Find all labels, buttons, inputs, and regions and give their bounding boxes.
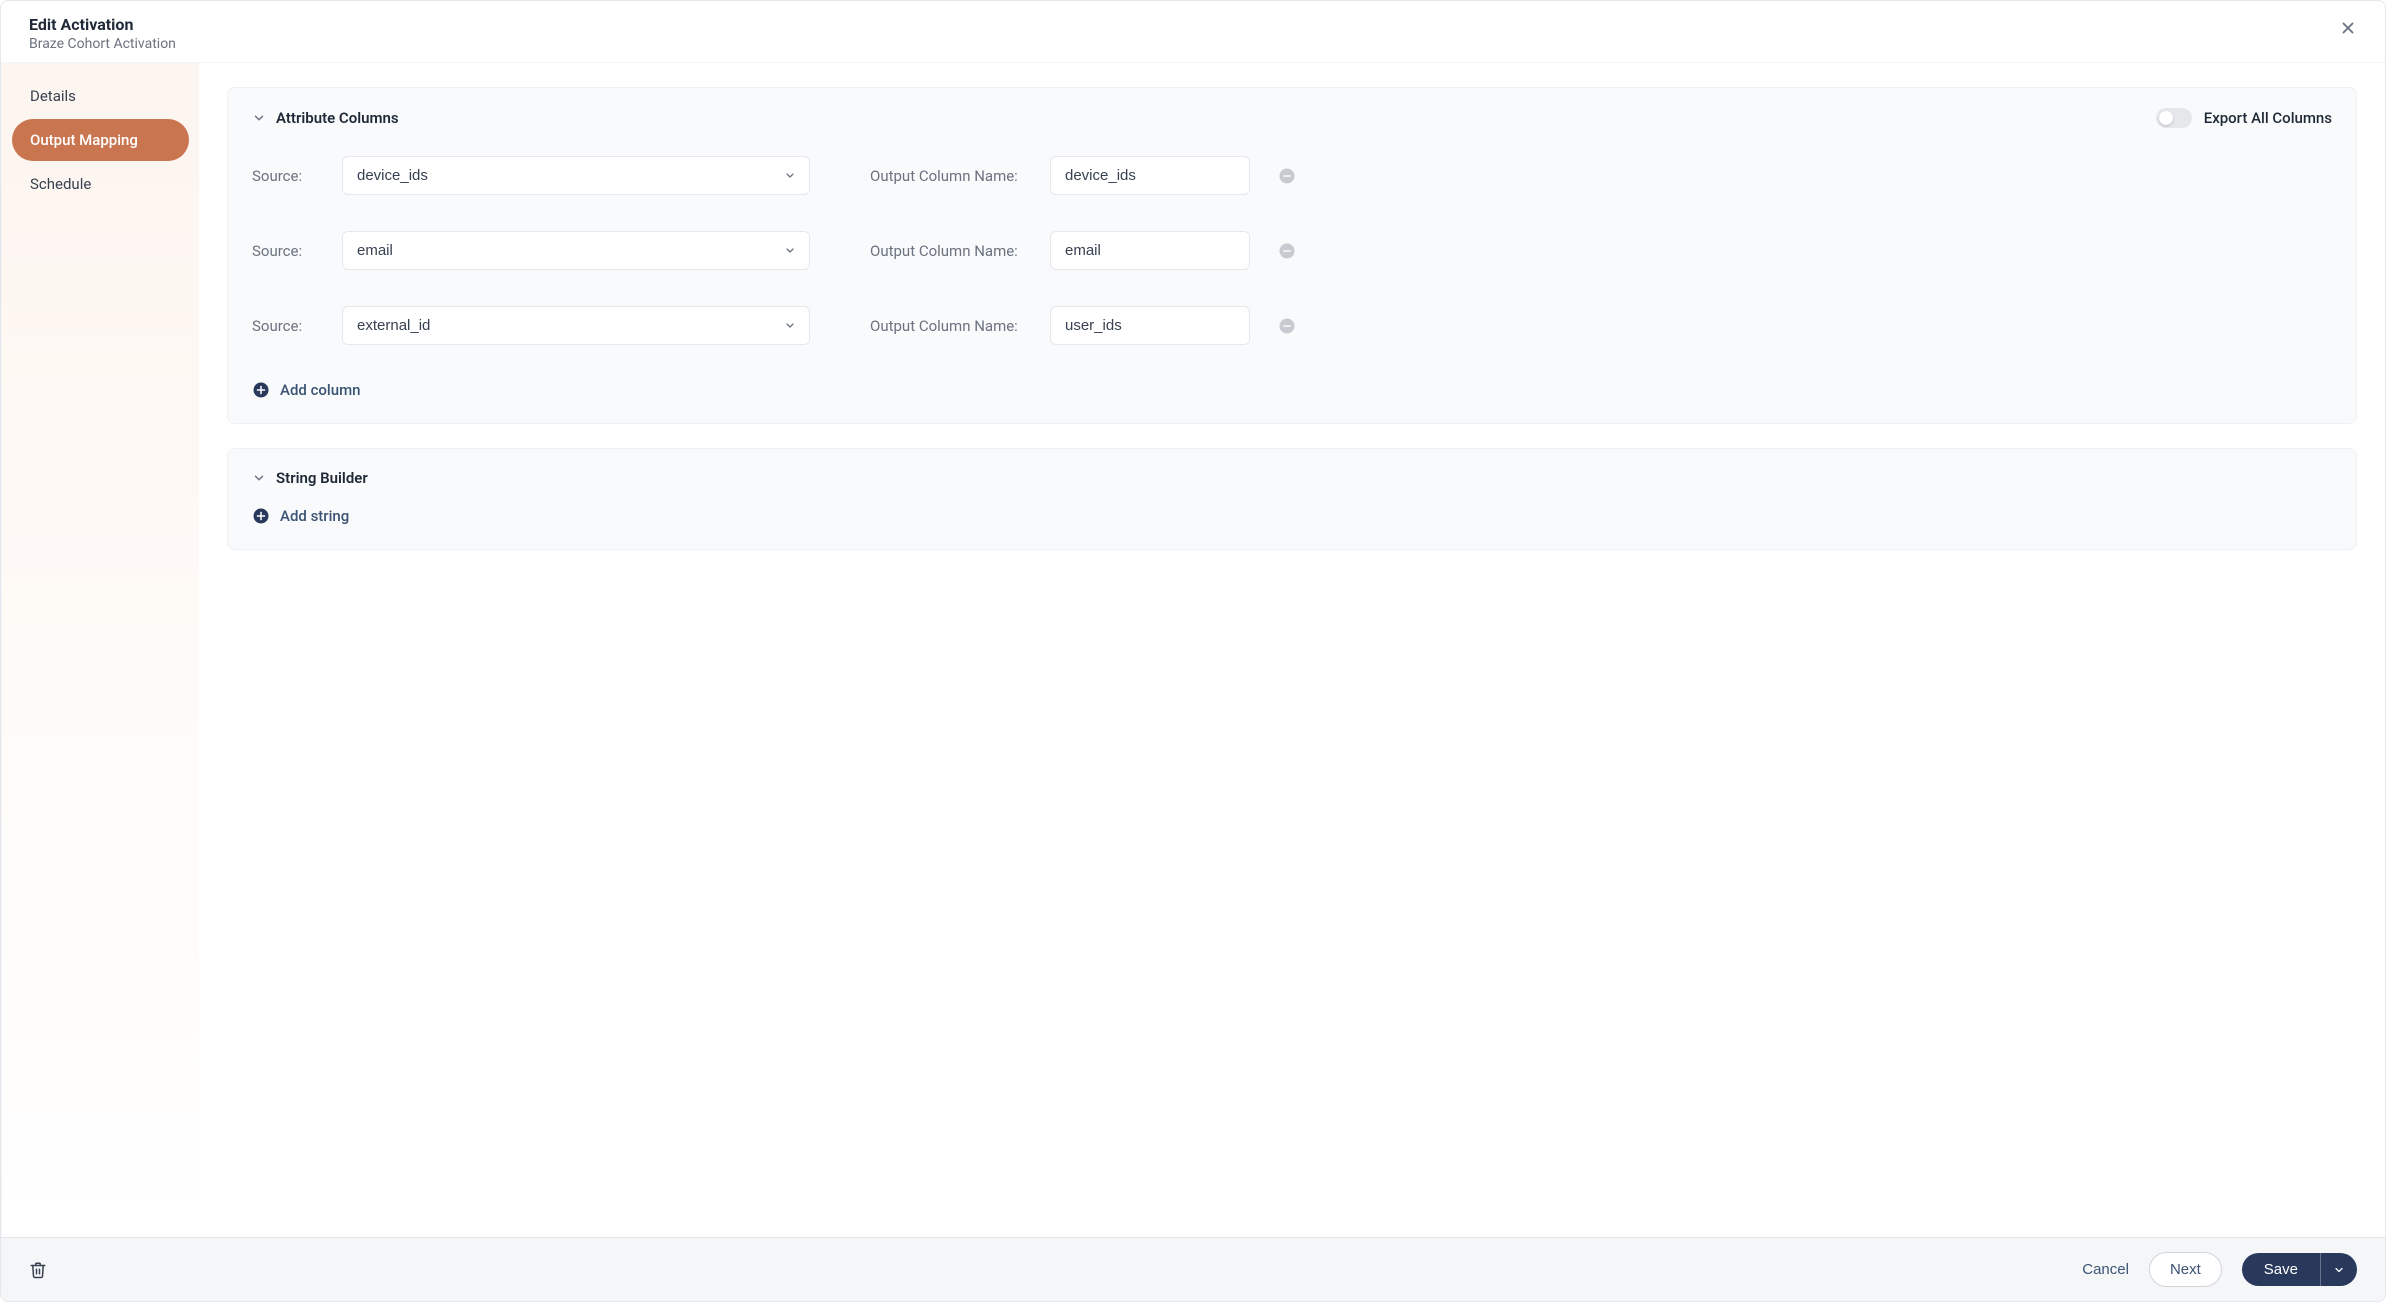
save-dropdown-button[interactable]	[2320, 1253, 2357, 1286]
export-all-wrap: Export All Columns	[2156, 108, 2332, 128]
minus-circle-icon	[1278, 317, 1296, 335]
output-label: Output Column Name:	[870, 242, 1050, 260]
sidebar-item-label: Output Mapping	[30, 131, 138, 149]
trash-icon	[29, 1261, 47, 1279]
modal-footer: Cancel Next Save	[1, 1237, 2385, 1301]
output-column-input[interactable]	[1050, 156, 1250, 195]
output-column-input[interactable]	[1050, 306, 1250, 345]
modal-title: Edit Activation	[29, 15, 176, 34]
export-all-label: Export All Columns	[2204, 109, 2332, 127]
remove-row-button[interactable]	[1278, 317, 1296, 335]
panel-title: String Builder	[276, 469, 368, 487]
mapping-row: Source: Output Column Name:	[252, 231, 2332, 270]
sidebar-item-details[interactable]: Details	[12, 75, 189, 117]
source-select-wrap	[342, 306, 810, 345]
save-button-group: Save	[2242, 1253, 2357, 1286]
remove-row-button[interactable]	[1278, 167, 1296, 185]
modal-subtitle: Braze Cohort Activation	[29, 36, 176, 52]
add-column-button[interactable]: Add column	[252, 381, 2332, 399]
source-select[interactable]	[342, 156, 810, 195]
minus-circle-icon	[1278, 167, 1296, 185]
close-icon	[2339, 19, 2357, 37]
modal-body: Details Output Mapping Schedule Attribut…	[1, 62, 2385, 1237]
sidebar-item-schedule[interactable]: Schedule	[12, 163, 189, 205]
source-label: Source:	[252, 317, 342, 335]
panel-title-wrap: Attribute Columns	[252, 109, 399, 127]
collapse-button[interactable]	[252, 111, 266, 125]
minus-circle-icon	[1278, 242, 1296, 260]
save-button[interactable]: Save	[2242, 1253, 2320, 1286]
output-label: Output Column Name:	[870, 167, 1050, 185]
sidebar-item-label: Schedule	[30, 175, 91, 193]
add-string-label: Add string	[280, 507, 349, 525]
sidebar: Details Output Mapping Schedule	[1, 63, 199, 1237]
chevron-down-icon	[252, 471, 266, 485]
export-all-toggle[interactable]	[2156, 108, 2192, 128]
cancel-button[interactable]: Cancel	[2082, 1261, 2129, 1278]
plus-circle-icon	[252, 381, 270, 399]
source-label: Source:	[252, 167, 342, 185]
sidebar-item-output-mapping[interactable]: Output Mapping	[12, 119, 189, 161]
plus-circle-icon	[252, 507, 270, 525]
mapping-row: Source: Output Column Name:	[252, 156, 2332, 195]
header-titles: Edit Activation Braze Cohort Activation	[29, 15, 176, 52]
chevron-down-icon	[2333, 1264, 2345, 1276]
source-select-wrap	[342, 231, 810, 270]
delete-button[interactable]	[29, 1261, 47, 1279]
output-label: Output Column Name:	[870, 317, 1050, 335]
source-label: Source:	[252, 242, 342, 260]
main-content: Attribute Columns Export All Columns Sou…	[199, 63, 2385, 1237]
source-select-wrap	[342, 156, 810, 195]
panel-header: String Builder	[252, 469, 2332, 487]
footer-actions: Cancel Next Save	[2082, 1252, 2357, 1287]
add-string-button[interactable]: Add string	[252, 507, 2332, 525]
attribute-columns-panel: Attribute Columns Export All Columns Sou…	[227, 87, 2357, 424]
panel-title-wrap: String Builder	[252, 469, 368, 487]
source-select[interactable]	[342, 306, 810, 345]
panel-header: Attribute Columns Export All Columns	[252, 108, 2332, 128]
collapse-button[interactable]	[252, 471, 266, 485]
panel-title: Attribute Columns	[276, 109, 399, 127]
source-select[interactable]	[342, 231, 810, 270]
string-builder-panel: String Builder Add string	[227, 448, 2357, 550]
add-column-label: Add column	[280, 381, 361, 399]
remove-row-button[interactable]	[1278, 242, 1296, 260]
toggle-knob	[2159, 111, 2173, 125]
chevron-down-icon	[252, 111, 266, 125]
mapping-row: Source: Output Column Name:	[252, 306, 2332, 345]
close-button[interactable]	[2335, 15, 2361, 41]
output-column-input[interactable]	[1050, 231, 1250, 270]
next-button[interactable]: Next	[2149, 1252, 2222, 1287]
edit-activation-modal: Edit Activation Braze Cohort Activation …	[0, 0, 2386, 1302]
sidebar-item-label: Details	[30, 87, 76, 105]
modal-header: Edit Activation Braze Cohort Activation	[1, 1, 2385, 62]
